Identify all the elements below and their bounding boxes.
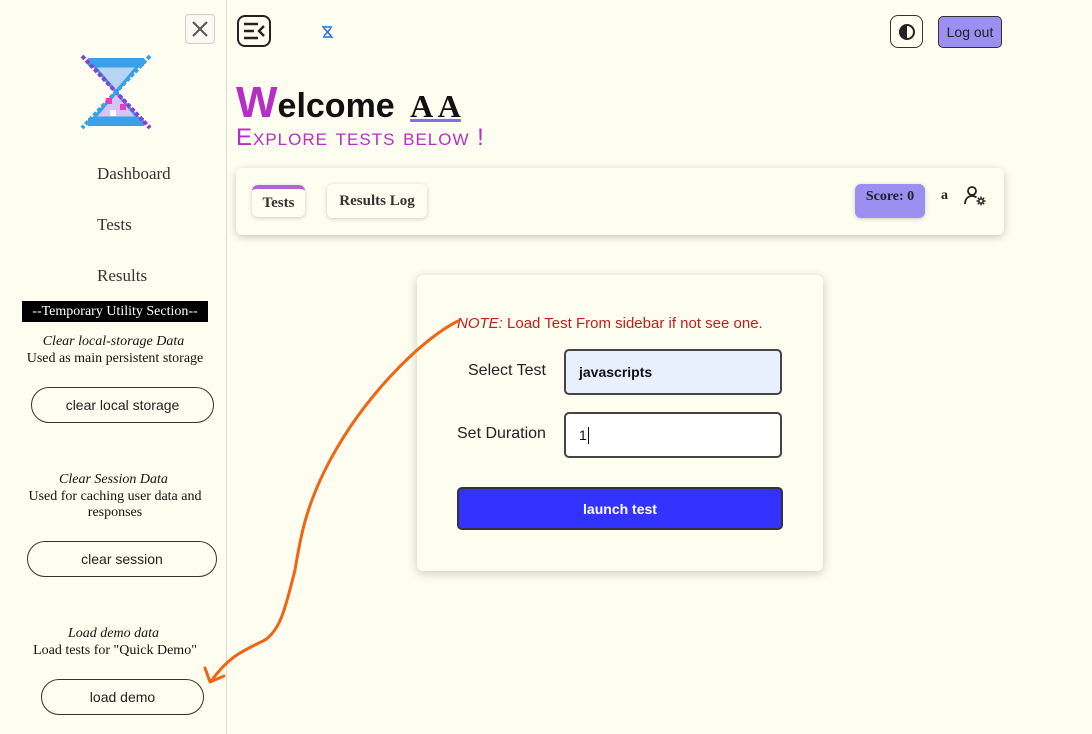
load-demo-desc: Load tests for "Quick Demo" xyxy=(33,643,197,658)
theme-toggle-button[interactable] xyxy=(890,15,923,48)
launch-test-button[interactable]: launch test xyxy=(457,487,783,530)
note-text: NOTE: Load Test From sidebar if not see … xyxy=(457,315,763,332)
user-settings-icon[interactable] xyxy=(963,184,987,208)
page-title: Welcome A A xyxy=(236,78,461,128)
note-prefix: NOTE: xyxy=(457,315,503,332)
app-logo-icon xyxy=(80,54,152,130)
duration-input[interactable]: 1 xyxy=(564,412,782,458)
select-test-label: Select Test xyxy=(468,362,546,379)
app-logo-small-icon xyxy=(321,25,334,39)
clear-session-button[interactable]: clear session xyxy=(27,541,217,577)
close-sidebar-button[interactable] xyxy=(185,14,215,44)
logout-button[interactable]: Log out xyxy=(938,16,1002,48)
welcome-first-letter: W xyxy=(236,78,278,127)
utility-section-header: --Temporary Utility Section-- xyxy=(22,301,208,322)
set-duration-label: Set Duration xyxy=(457,425,546,442)
welcome-text: elcome xyxy=(277,87,395,125)
clear-local-storage-title: Clear local-storage Data xyxy=(42,334,185,349)
clear-local-storage-desc: Used as main persistent storage xyxy=(26,351,204,366)
sidebar-item-tests[interactable]: Tests xyxy=(97,215,132,235)
launch-test-card: NOTE: Load Test From sidebar if not see … xyxy=(417,275,823,571)
tab-bar: Tests Results Log Score: 0 a xyxy=(236,168,1004,235)
load-demo-button[interactable]: load demo xyxy=(41,679,204,715)
clear-local-storage-button[interactable]: clear local storage xyxy=(31,387,214,423)
duration-value: 1 xyxy=(579,427,587,443)
welcome-user-name: A A xyxy=(410,88,461,124)
score-badge: Score: 0 xyxy=(855,184,925,218)
select-test-dropdown[interactable]: javascripts xyxy=(564,349,782,395)
sidebar-toggle-button[interactable] xyxy=(237,15,271,47)
sidebar-collapse-icon xyxy=(244,22,265,40)
page-subtitle: Explore tests below ! xyxy=(236,124,485,151)
load-demo-title: Load demo data xyxy=(68,626,159,641)
close-icon xyxy=(192,21,208,37)
clear-session-title: Clear Session Data xyxy=(59,472,168,487)
sidebar-item-dashboard[interactable]: Dashboard xyxy=(97,164,171,184)
tab-tests[interactable]: Tests xyxy=(252,185,305,217)
note-message: Load Test From sidebar if not see one. xyxy=(502,315,763,332)
theme-toggle-icon xyxy=(898,23,915,40)
clear-session-desc: Used for caching user data and responses xyxy=(28,489,202,520)
sidebar: Dashboard Tests Results --Temporary Util… xyxy=(0,0,227,734)
tab-results-log[interactable]: Results Log xyxy=(327,184,427,218)
user-initial: a xyxy=(941,188,948,203)
sidebar-item-results[interactable]: Results xyxy=(97,266,147,286)
